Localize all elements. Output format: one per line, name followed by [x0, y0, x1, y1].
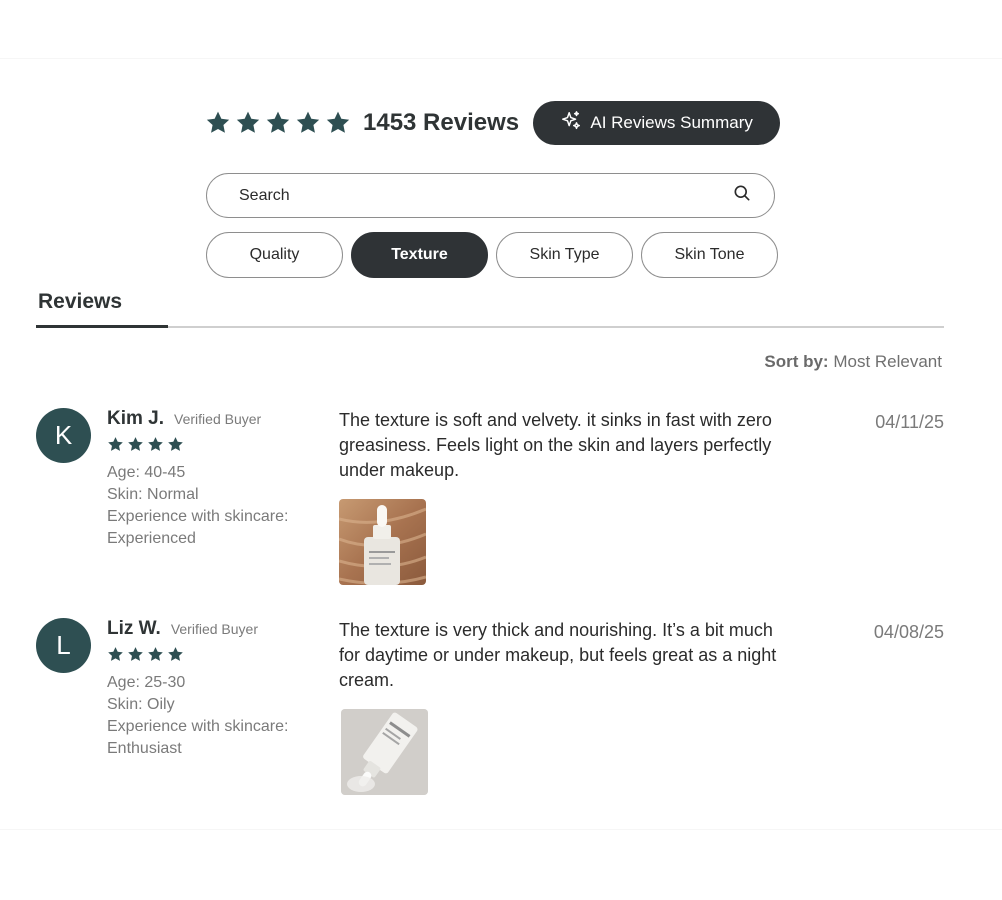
sparkle-icon: [560, 110, 582, 137]
sort-control[interactable]: Sort by: Most Relevant: [764, 352, 942, 372]
reviewer-experience: Experience with skincare: Experienced: [107, 508, 289, 547]
filter-skin-tone[interactable]: Skin Tone: [641, 232, 778, 278]
reviewer-age: Age: 40-45: [107, 464, 186, 481]
review-date: 04/08/25: [873, 622, 944, 642]
reviewer-name: Kim J.: [107, 408, 165, 429]
sort-label: Sort by:: [764, 352, 829, 371]
review-date: 04/11/25: [875, 412, 944, 432]
star-icon: [265, 110, 291, 136]
reviewer-age: Age: 25-30: [107, 674, 186, 691]
search-icon[interactable]: [732, 183, 752, 208]
ai-summary-label: AI Reviews Summary: [590, 113, 753, 132]
search-input[interactable]: [237, 185, 732, 206]
star-icon: [147, 436, 164, 458]
ai-summary-button[interactable]: AI Reviews Summary: [533, 101, 781, 145]
star-icon: [107, 436, 124, 458]
reviewer-skin: Skin: Normal: [107, 486, 199, 503]
verified-badge: Verified Buyer: [170, 621, 258, 637]
star-icon: [205, 110, 231, 136]
tab-active-indicator: [36, 325, 168, 328]
search-bar: [206, 173, 775, 218]
sort-value: Most Relevant: [833, 352, 942, 371]
review-text: The texture is soft and velvety. it sink…: [339, 410, 772, 480]
filter-skin-type[interactable]: Skin Type: [496, 232, 633, 278]
verified-badge: Verified Buyer: [174, 411, 262, 427]
tab-reviews[interactable]: Reviews: [38, 290, 122, 314]
reviewer-meta: Liz W. Verified Buyer Age: 25-30 Skin: O…: [107, 618, 317, 760]
reviewer-skin: Skin: Oily: [107, 696, 175, 713]
star-icon: [325, 110, 351, 136]
star-icon: [235, 110, 261, 136]
avatar: K: [36, 408, 91, 463]
star-icon: [107, 646, 124, 668]
review-rating: [107, 646, 317, 668]
reviewer-meta: Kim J. Verified Buyer Age: 40-45 Skin: N…: [107, 408, 317, 550]
filter-quality[interactable]: Quality: [206, 232, 343, 278]
review-photo[interactable]: [341, 709, 428, 795]
tab-divider: [36, 326, 944, 328]
filter-texture[interactable]: Texture: [351, 232, 488, 278]
star-icon: [295, 110, 321, 136]
total-reviews: 1453 Reviews: [363, 109, 520, 136]
review-rating: [107, 436, 317, 458]
overall-rating: [205, 110, 351, 136]
star-icon: [167, 646, 184, 668]
star-icon: [147, 646, 164, 668]
reviewer-experience: Experience with skincare: Enthusiast: [107, 718, 289, 757]
reviews-header: 1453 Reviews AI Reviews Summary: [205, 100, 781, 146]
filter-chips: Quality Texture Skin Type Skin Tone: [206, 232, 778, 278]
review-text: The texture is very thick and nourishing…: [339, 620, 777, 690]
avatar: L: [36, 618, 91, 673]
review-photo[interactable]: [339, 499, 426, 585]
star-icon: [167, 436, 184, 458]
star-icon: [127, 646, 144, 668]
star-icon: [127, 436, 144, 458]
reviewer-name: Liz W.: [107, 618, 161, 639]
